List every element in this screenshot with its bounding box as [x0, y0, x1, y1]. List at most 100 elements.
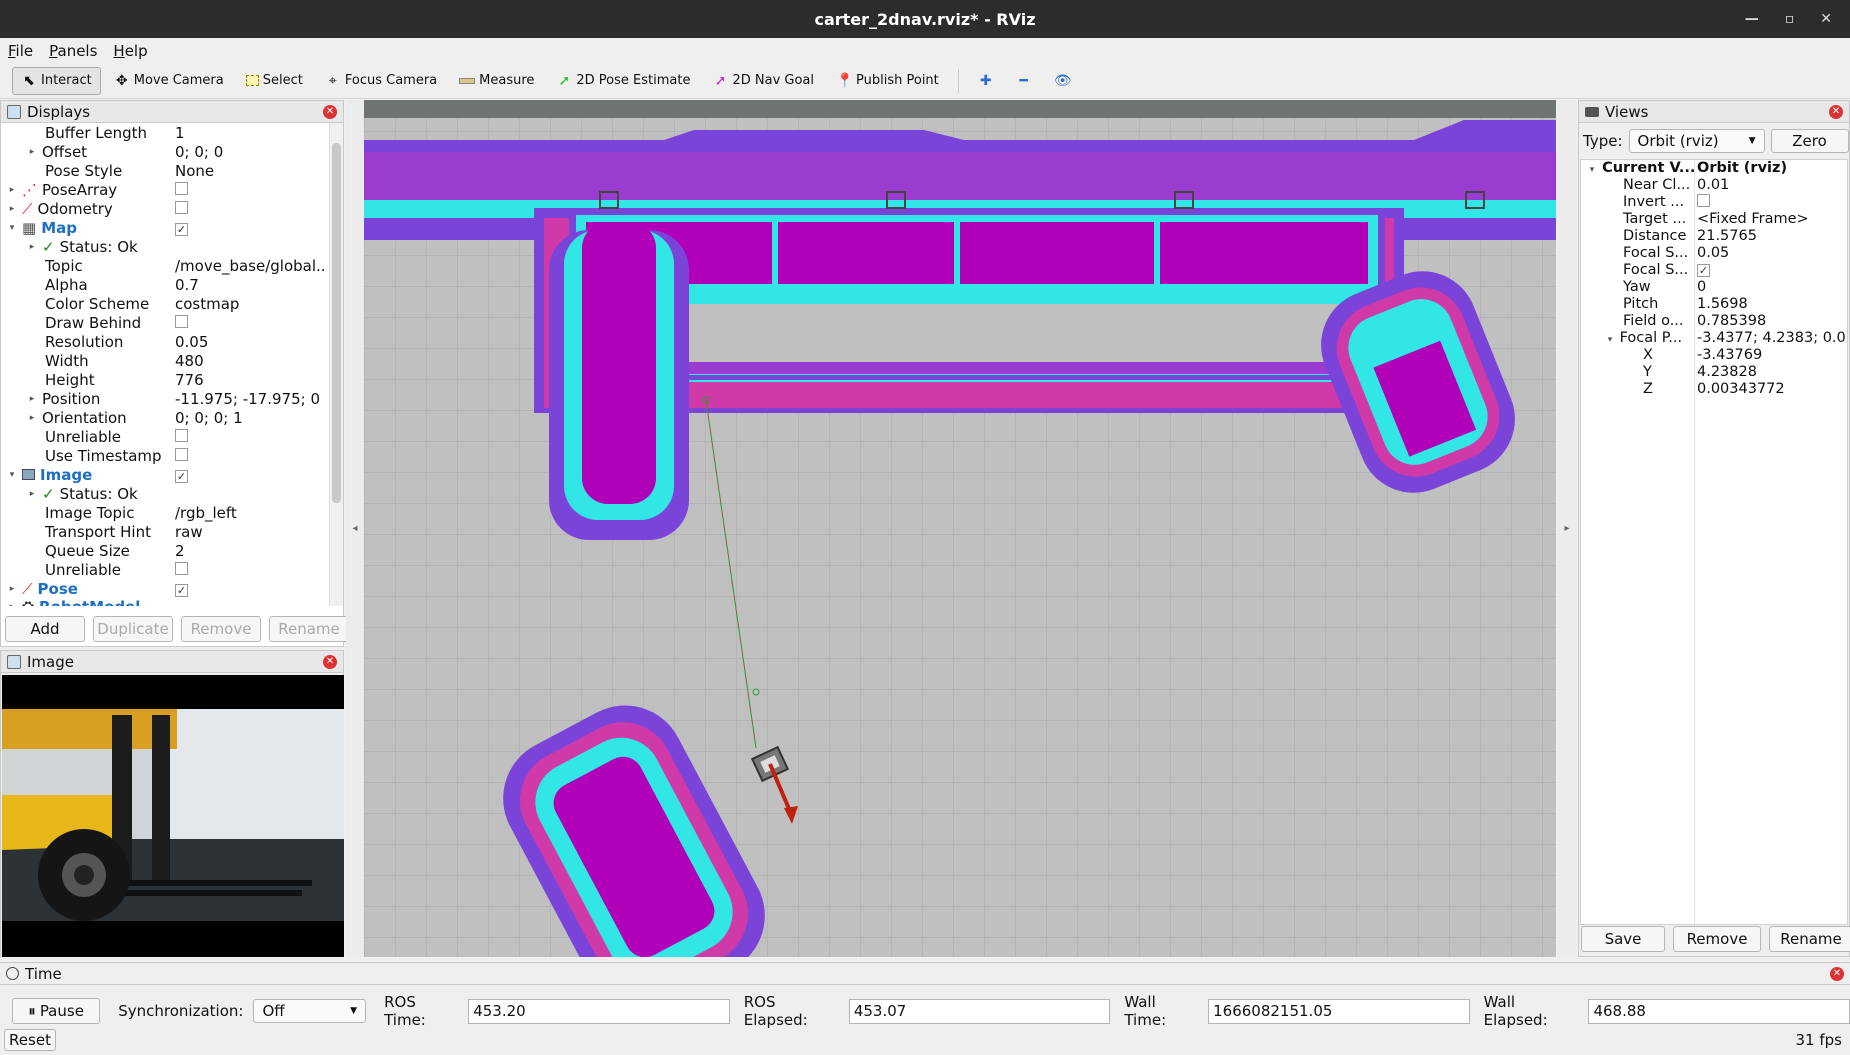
tree-row[interactable]: Pose Style None — [1, 161, 331, 180]
menu-file[interactable]: File — [8, 42, 33, 60]
view-row[interactable]: Z 0.00343772 — [1581, 381, 1847, 398]
view-type-select[interactable]: Orbit (rviz) ▼ — [1628, 129, 1765, 153]
tree-row[interactable]: Color Scheme costmap — [1, 294, 331, 313]
unreliable-checkbox[interactable] — [175, 428, 188, 442]
use-timestamp-checkbox[interactable] — [175, 447, 188, 461]
expand-arrow-icon[interactable]: ▸ — [7, 204, 17, 214]
view-row[interactable]: Y 4.23828 — [1581, 364, 1847, 381]
save-view-button[interactable]: Save — [1581, 926, 1665, 952]
costmap-render[interactable] — [364, 100, 1556, 957]
collapse-arrow-icon[interactable]: ▾ — [1605, 335, 1615, 345]
view-row[interactable]: ▾ Focal P... -3.4377; 4.2383; 0.0... — [1581, 330, 1847, 347]
ros-elapsed-field[interactable]: 453.07 — [848, 998, 1111, 1024]
wall-elapsed-field[interactable]: 468.88 — [1588, 998, 1850, 1024]
tree-row[interactable]: Use Timestamp — [1, 446, 331, 465]
tool-interact[interactable]: ⬉ Interact — [12, 66, 101, 95]
remove-tool-button[interactable]: ━ — [1007, 67, 1041, 95]
close-icon[interactable]: ✕ — [1820, 11, 1832, 27]
expand-arrow-icon[interactable]: ▸ — [7, 185, 17, 195]
tree-row[interactable]: Width 480 — [1, 351, 331, 370]
close-icon[interactable]: ✕ — [1830, 967, 1844, 981]
zero-button[interactable]: Zero — [1770, 129, 1849, 153]
pause-button[interactable]: ⏸ Pause — [12, 998, 101, 1024]
view-row[interactable]: Near Cl... 0.01 — [1581, 177, 1847, 194]
posearray-checkbox[interactable] — [175, 181, 188, 195]
view-row[interactable]: Pitch 1.5698 — [1581, 296, 1847, 313]
odometry-checkbox[interactable] — [175, 200, 188, 214]
collapse-arrow-icon[interactable]: ▾ — [1587, 165, 1597, 175]
right-splitter[interactable]: ▸ — [1558, 100, 1576, 957]
scrollbar-thumb[interactable] — [332, 143, 341, 503]
menu-help[interactable]: Help — [113, 42, 147, 60]
ros-time-field[interactable]: 453.20 — [468, 998, 730, 1024]
wall-time-field[interactable]: 1666082151.05 — [1208, 998, 1470, 1024]
tree-row-pose[interactable]: ▸ ⟋ Pose ✓ — [1, 579, 331, 598]
tool-move-camera[interactable]: ✥ Move Camera — [105, 67, 233, 95]
displays-scrollbar[interactable] — [329, 123, 343, 606]
expand-arrow-icon[interactable]: ▸ — [7, 602, 17, 606]
tree-row[interactable]: Height 776 — [1, 370, 331, 389]
tool-2d-pose-estimate[interactable]: ➚ 2D Pose Estimate — [547, 67, 699, 95]
view-row[interactable]: Yaw 0 — [1581, 279, 1847, 296]
view-row[interactable]: Focal S... ✓ — [1581, 262, 1847, 279]
tree-row-odometry[interactable]: ▸ ⟋ Odometry — [1, 199, 331, 218]
maximize-icon[interactable]: ▫ — [1785, 11, 1795, 27]
rename-display-button[interactable]: Rename — [269, 616, 349, 642]
tool-measure[interactable]: Measure — [450, 67, 543, 95]
tree-row[interactable]: Alpha 0.7 — [1, 275, 331, 294]
view-row[interactable]: X -3.43769 — [1581, 347, 1847, 364]
tree-row[interactable]: Queue Size 2 — [1, 541, 331, 560]
render-view[interactable] — [364, 100, 1556, 957]
tree-row-image[interactable]: ▾ Image ✓ — [1, 465, 331, 484]
tree-row[interactable]: Unreliable — [1, 427, 331, 446]
tree-row[interactable]: Transport Hint raw — [1, 522, 331, 541]
tree-row[interactable]: Buffer Length 1 — [1, 123, 331, 142]
view-row[interactable]: ▾ Current V... Orbit (rviz) — [1581, 160, 1847, 177]
close-icon[interactable]: ✕ — [323, 105, 337, 119]
add-tool-button[interactable]: ✚ — [969, 67, 1003, 95]
tree-row[interactable]: Draw Behind — [1, 313, 331, 332]
tree-row[interactable]: ▸ Orientation 0; 0; 0; 1 — [1, 408, 331, 427]
expand-arrow-icon[interactable]: ▸ — [27, 242, 37, 252]
expand-arrow-icon[interactable]: ▸ — [27, 489, 37, 499]
tool-focus-camera[interactable]: ⌖ Focus Camera — [316, 67, 446, 95]
tool-select[interactable]: Select — [237, 67, 312, 95]
unreliable-checkbox[interactable] — [175, 561, 188, 575]
tree-row[interactable]: ▸ Offset 0; 0; 0 — [1, 142, 331, 161]
tree-row[interactable]: Image Topic/rgb_left — [1, 503, 331, 522]
tree-row[interactable]: ▸ ✓ Status: Ok — [1, 237, 331, 256]
tool-2d-nav-goal[interactable]: ➚ 2D Nav Goal — [703, 67, 823, 95]
tree-row[interactable]: ▸ ✓ Status: Ok — [1, 484, 331, 503]
close-icon[interactable]: ✕ — [323, 655, 337, 669]
menu-panels[interactable]: Panels — [49, 42, 97, 60]
image-checkbox[interactable]: ✓ — [175, 469, 188, 483]
tree-row-map[interactable]: ▾ ▦ Map ✓ — [1, 218, 331, 237]
view-row[interactable]: Field o... 0.785398 — [1581, 313, 1847, 330]
tree-row[interactable]: Resolution 0.05 — [1, 332, 331, 351]
collapse-arrow-icon[interactable]: ▾ — [7, 470, 17, 480]
tree-row[interactable]: ▸ Position -11.975; -17.975; 0 — [1, 389, 331, 408]
tool-publish-point[interactable]: 📍 Publish Point — [827, 67, 948, 95]
draw-behind-checkbox[interactable] — [175, 314, 188, 328]
remove-display-button[interactable]: Remove — [181, 616, 261, 642]
reset-button[interactable]: Reset — [4, 1029, 56, 1051]
view-tools-button[interactable]: 👁 — [1045, 67, 1079, 95]
close-icon[interactable]: ✕ — [1829, 105, 1843, 119]
view-row[interactable]: Focal S... 0.05 — [1581, 245, 1847, 262]
view-row[interactable]: Distance 21.5765 — [1581, 228, 1847, 245]
left-splitter[interactable]: ◂ — [346, 100, 364, 957]
rename-view-button[interactable]: Rename — [1769, 926, 1850, 952]
collapse-arrow-icon[interactable]: ▾ — [7, 223, 17, 233]
expand-arrow-icon[interactable]: ▸ — [7, 584, 17, 594]
remove-view-button[interactable]: Remove — [1673, 926, 1761, 952]
synchronization-select[interactable]: Off ▼ — [253, 999, 367, 1023]
tree-row-robotmodel[interactable]: ▸⛭RobotModel — [1, 598, 331, 606]
map-checkbox[interactable]: ✓ — [175, 222, 188, 236]
tree-row[interactable]: Unreliable — [1, 560, 331, 579]
focal-shape-checkbox[interactable]: ✓ — [1697, 264, 1710, 277]
minimize-icon[interactable]: — — [1745, 11, 1759, 27]
expand-arrow-icon[interactable]: ▸ — [27, 147, 37, 157]
expand-arrow-icon[interactable]: ▸ — [27, 413, 37, 423]
invert-checkbox[interactable] — [1697, 194, 1710, 207]
add-display-button[interactable]: Add — [5, 616, 85, 642]
